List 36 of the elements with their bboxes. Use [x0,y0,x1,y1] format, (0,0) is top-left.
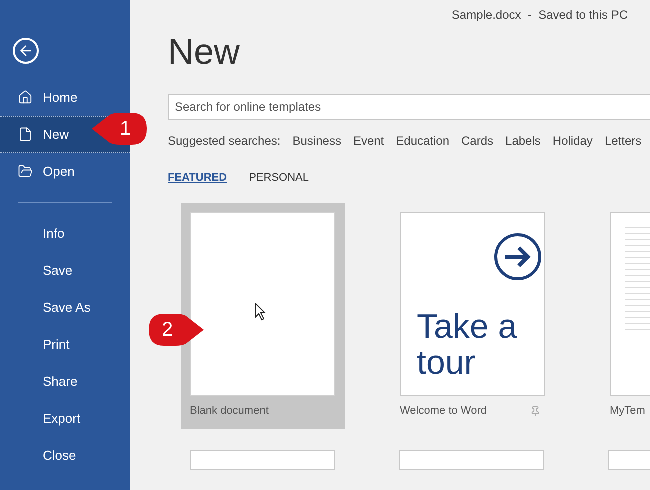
template-name: MyTem [610,404,646,419]
suggested-search-link[interactable]: Labels [506,132,541,150]
home-icon [18,90,33,105]
right-arrow-circle-icon [493,232,543,282]
suggested-search-link[interactable]: Education [396,132,450,150]
suggested-search-link[interactable]: Letters [604,132,642,150]
sidebar-item[interactable]: Export [0,400,130,437]
back-button[interactable] [13,38,39,64]
template-card[interactable]: MyTem [601,202,650,428]
sidebar-item[interactable]: Save As [0,289,130,326]
sidebar-item[interactable]: Print [0,326,130,363]
suggested-search-link[interactable]: Event [353,132,384,150]
suggested-searches-label: Suggested searches: [168,133,281,150]
template-card[interactable]: Take a tour Welcome to Word [391,202,555,428]
document-icon [18,127,33,142]
sidebar-item[interactable]: Info [0,215,130,252]
template-name: Welcome to Word [400,404,488,419]
suggested-search-link[interactable]: Holiday [552,132,593,150]
callout-tooltip: 2 [148,313,206,347]
mouse-pointer-icon [255,302,267,320]
sidebar-item[interactable]: Open [0,153,130,190]
callout-tooltip: 1 [90,112,148,146]
tour-text: Take a tour [417,308,518,380]
window-title: Sample.docx - Saved to this PC [452,7,628,24]
suggested-search-link[interactable]: Business [292,132,342,150]
search-field[interactable]: Search for online templates [168,94,650,120]
template-name: Blank document [190,404,269,419]
template-tab[interactable]: PERSONAL [249,170,309,186]
template-tab[interactable]: FEATURED [168,170,228,186]
page-heading: New [168,30,242,74]
sidebar-item[interactable]: Close [0,437,130,474]
suggested-search-link[interactable]: Cards [462,132,494,150]
template-card[interactable]: Blank document [181,202,345,428]
sidebar-item[interactable]: Share [0,363,130,400]
folder-icon [18,164,33,179]
sidebar-item[interactable]: Save [0,252,130,289]
